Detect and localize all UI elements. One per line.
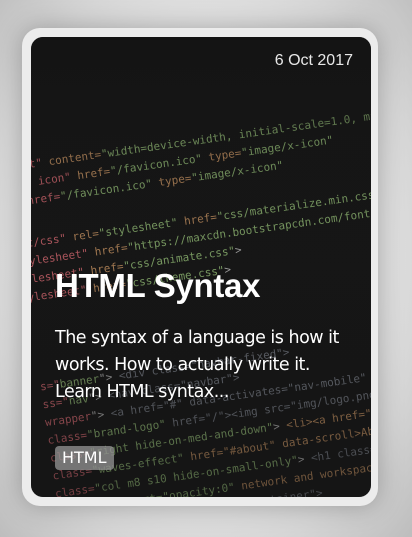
post-excerpt: The syntax of a language is how it works…: [55, 328, 339, 402]
post-date: 6 Oct 2017: [274, 52, 353, 69]
post-card[interactable]: port" content="width=device-width, initi…: [31, 37, 371, 497]
tag-html[interactable]: HTML: [55, 446, 114, 470]
post-title[interactable]: HTML Syntax: [55, 267, 260, 305]
